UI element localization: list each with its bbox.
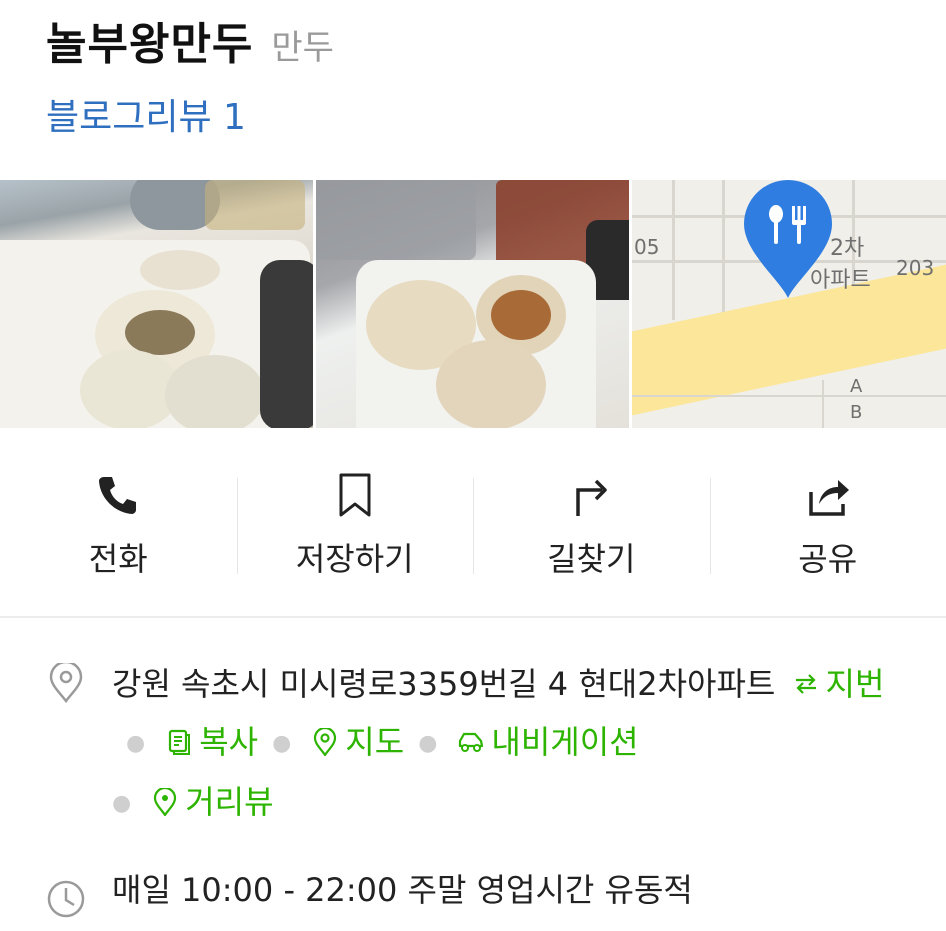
map-label: 지도: [345, 723, 405, 761]
share-button[interactable]: 공유: [709, 460, 946, 590]
save-button[interactable]: 저장하기: [236, 460, 474, 590]
swap-icon: [795, 674, 816, 694]
clock-icon: [47, 880, 85, 918]
share-icon: [809, 480, 849, 516]
address-text: 강원 속초시 미시령로3359번길 4 현대2차아파트: [112, 665, 776, 703]
photo-strip: 05 2차 아파트 203 A B: [0, 180, 946, 428]
jibun-label: 지번: [825, 665, 885, 703]
copy-label: 복사: [199, 723, 259, 761]
map-label-b: B: [850, 402, 863, 423]
place-header: 놀부왕만두 만두 블로그리뷰 1: [46, 8, 334, 140]
directions-button[interactable]: 길찾기: [473, 460, 710, 590]
street-view-icon: [154, 788, 177, 816]
jibun-link[interactable]: 지번: [792, 665, 885, 703]
share-label: 공유: [798, 540, 858, 578]
call-label: 전화: [88, 540, 148, 578]
title-row: 놀부왕만두 만두: [46, 8, 334, 70]
save-label: 저장하기: [295, 540, 414, 578]
street-view-label: 거리뷰: [185, 783, 274, 821]
navigation-label: 내비게이션: [491, 723, 639, 761]
street-view-link[interactable]: 거리뷰: [151, 783, 274, 821]
bookmark-icon: [339, 473, 371, 517]
directions-icon: [576, 479, 607, 516]
separator-dot: ●: [112, 791, 132, 816]
copy-icon: [169, 729, 191, 755]
car-icon: [459, 732, 484, 752]
location-pin-icon: [49, 663, 83, 703]
action-bar: 전화 저장하기 길찾기 공유: [0, 460, 946, 590]
hours-row: 매일 10:00 - 22:00 주말 영업시간 유동적: [46, 871, 926, 919]
map-label-a: A: [850, 376, 863, 397]
section-divider: [0, 616, 946, 618]
copy-link[interactable]: 복사: [165, 723, 258, 761]
address-block: 강원 속초시 미시령로3359번길 4 현대2차아파트 지번 ● 복사 ● 지도 ● 내비게…: [112, 655, 926, 833]
info-section: 강원 속초시 미시령로3359번길 4 현대2차아파트 지번 ● 복사 ● 지도 ● 내비게…: [46, 655, 926, 919]
map-thumbnail[interactable]: 05 2차 아파트 203 A B: [632, 180, 946, 428]
hours-text: 매일 10:00 - 22:00 주말 영업시간 유동적: [112, 871, 693, 909]
restaurant-pin-icon: [744, 180, 832, 298]
map-label-05: 05: [634, 235, 660, 259]
map-pin-icon: [314, 728, 337, 756]
navigation-link[interactable]: 내비게이션: [457, 723, 639, 761]
address-row: 강원 속초시 미시령로3359번길 4 현대2차아파트 지번 ● 복사 ● 지도 ● 내비게…: [46, 655, 926, 833]
phone-icon: [99, 477, 137, 514]
separator-dot: ●: [418, 731, 438, 756]
place-category: 만두: [271, 28, 334, 68]
blog-review-link[interactable]: 블로그리뷰 1: [46, 88, 334, 140]
call-button[interactable]: 전화: [0, 460, 237, 590]
directions-label: 길찾기: [547, 540, 636, 578]
map-link[interactable]: 지도: [311, 723, 404, 761]
separator-dot: ●: [126, 731, 146, 756]
map-label-203: 203: [896, 256, 935, 280]
food-photo-1[interactable]: [0, 180, 313, 428]
food-photo-2[interactable]: [316, 180, 629, 428]
place-name: 놀부왕만두: [46, 19, 254, 70]
separator-dot: ●: [272, 731, 292, 756]
